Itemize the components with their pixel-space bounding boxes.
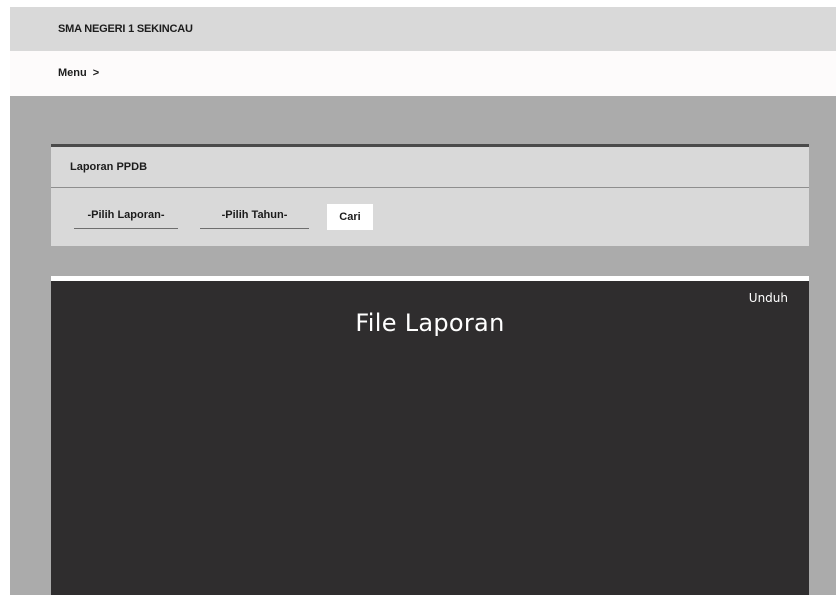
breadcrumb: Menu > [10, 51, 836, 96]
report-panel: Laporan PPDB -Pilih Laporan- -Pilih Tahu… [51, 144, 809, 246]
report-panel-title: Laporan PPDB [70, 161, 148, 173]
menu-label: Menu [58, 67, 87, 79]
app-frame: SMA NEGERI 1 SEKINCAU Menu > Laporan PPDB… [10, 7, 836, 595]
select-year-dropdown[interactable]: -Pilih Tahun- [200, 202, 309, 229]
menu-link[interactable]: Menu > [58, 67, 99, 79]
download-link[interactable]: Unduh [749, 291, 788, 305]
report-file-viewer: Unduh File Laporan [51, 276, 809, 595]
report-panel-header: Laporan PPDB [51, 147, 809, 188]
select-report-dropdown[interactable]: -Pilih Laporan- [74, 202, 178, 229]
report-filters: -Pilih Laporan- -Pilih Tahun- Cari [51, 188, 809, 246]
search-button[interactable]: Cari [327, 204, 373, 230]
viewer-title: File Laporan [355, 309, 505, 337]
breadcrumb-separator: > [92, 67, 100, 79]
school-name: SMA NEGERI 1 SEKINCAU [58, 23, 193, 35]
top-bar: SMA NEGERI 1 SEKINCAU [10, 7, 836, 51]
